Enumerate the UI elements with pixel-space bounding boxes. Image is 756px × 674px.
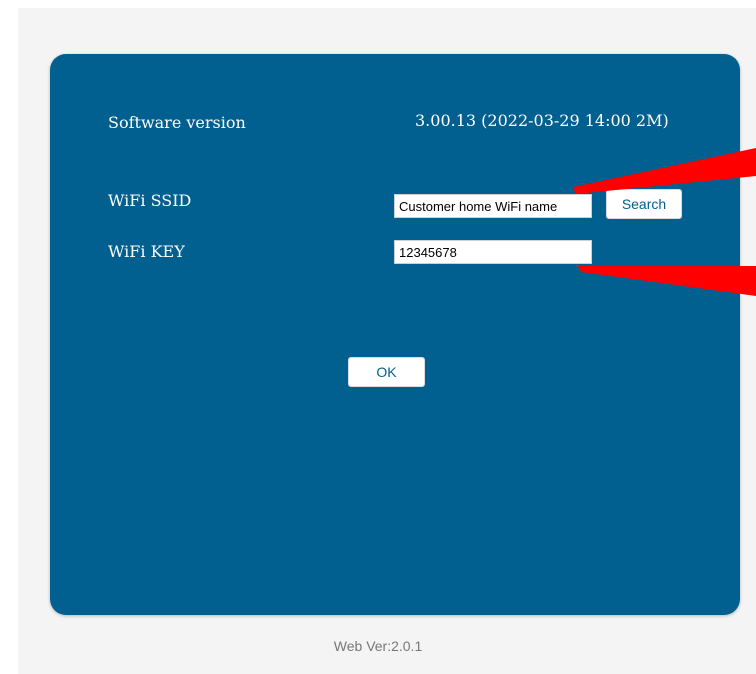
page: Software version 3.00.13 (2022-03-29 14:… — [0, 0, 756, 674]
software-version-label: Software version — [108, 113, 246, 132]
wifi-settings-panel — [50, 54, 740, 615]
wifi-ssid-label: WiFi SSID — [108, 191, 192, 210]
wifi-key-input[interactable] — [394, 240, 592, 264]
search-button[interactable]: Search — [606, 189, 682, 219]
web-version-footer: Web Ver:2.0.1 — [333, 638, 423, 654]
wifi-ssid-input[interactable] — [394, 194, 592, 218]
ok-button[interactable]: OK — [348, 357, 425, 387]
software-version-value: 3.00.13 (2022-03-29 14:00 2M) — [415, 111, 669, 130]
wifi-key-label: WiFi KEY — [108, 242, 185, 261]
